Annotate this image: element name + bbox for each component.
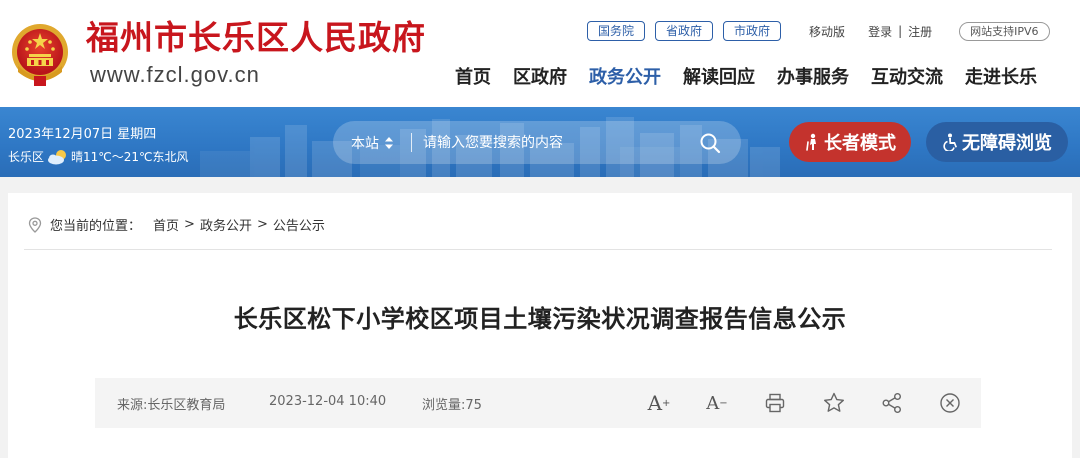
- breadcrumb-separator: >: [256, 217, 268, 232]
- link-city-gov[interactable]: 市政府: [723, 21, 782, 41]
- nav-services[interactable]: 办事服务: [777, 66, 849, 90]
- elder-person-icon: [806, 133, 816, 151]
- updown-arrows-icon: [385, 137, 393, 149]
- elder-mode-button[interactable]: 长者模式: [789, 122, 911, 162]
- register-link[interactable]: 注册: [908, 23, 932, 40]
- nav-gov-affairs[interactable]: 政务公开: [589, 66, 661, 90]
- font-larger-letter: A: [647, 391, 663, 415]
- sun-cloud-icon: [48, 149, 67, 164]
- search-banner: 2023年12月07日 星期四 长乐区 晴11℃～21℃东北风 本站 请输入您要…: [0, 107, 1080, 177]
- national-emblem-icon: [12, 24, 68, 86]
- link-state-council[interactable]: 国务院: [587, 21, 646, 41]
- site-url: www.fzcl.gov.cn: [90, 62, 260, 87]
- district-name: 长乐区: [8, 150, 45, 164]
- search-input[interactable]: [423, 131, 683, 155]
- util-separator: |: [898, 24, 903, 38]
- breadcrumb-separator: >: [184, 217, 195, 232]
- nav-interpretation[interactable]: 解读回应: [683, 66, 755, 90]
- accessibility-button[interactable]: 无障碍浏览: [926, 122, 1068, 162]
- breadcrumb-divider: [24, 249, 1052, 250]
- font-larger-icon[interactable]: A +: [647, 391, 671, 415]
- top-links: 国务院 省政府 市政府 移动版 登录 | 注册 网站支持IPV6: [587, 21, 1050, 41]
- font-smaller-icon[interactable]: A −: [705, 391, 729, 415]
- site-header: 福州市长乐区人民政府 www.fzcl.gov.cn 国务院 省政府 市政府 移…: [0, 0, 1080, 107]
- link-province-gov[interactable]: 省政府: [655, 21, 714, 41]
- article-meta-bar: 来源:长乐区教育局 2023-12-04 10:40 浏览量:75 A + A −: [95, 378, 981, 428]
- location-pin-icon: [28, 216, 42, 233]
- breadcrumb: 您当前的位置： 首页 > 政务公开 > 公告公示: [28, 215, 325, 234]
- close-circle-icon[interactable]: [938, 391, 962, 415]
- current-date: 2023年12月07日 星期四: [8, 127, 157, 142]
- wheelchair-icon: [943, 133, 957, 151]
- ipv6-badge: 网站支持IPV6: [959, 21, 1050, 41]
- font-smaller-sign: −: [719, 397, 728, 409]
- article-date: 2023-12-04 10:40: [269, 394, 387, 409]
- font-larger-sign: +: [662, 397, 671, 409]
- print-icon[interactable]: [763, 391, 787, 415]
- article-container: 您当前的位置： 首页 > 政务公开 > 公告公示 长乐区松下小学校区项目土壤污染…: [8, 193, 1072, 458]
- breadcrumb-announcements[interactable]: 公告公示: [273, 215, 325, 234]
- breadcrumb-home[interactable]: 首页: [153, 215, 179, 234]
- search-icon[interactable]: [699, 132, 721, 154]
- nav-district-gov[interactable]: 区政府: [513, 66, 567, 90]
- favorite-star-icon[interactable]: [822, 391, 846, 415]
- accessibility-label: 无障碍浏览: [962, 133, 1052, 154]
- share-icon[interactable]: [880, 391, 904, 415]
- font-smaller-letter: A: [706, 392, 720, 414]
- main-nav: 首页 区政府 政务公开 解读回应 办事服务 互动交流 走进长乐: [455, 66, 1037, 90]
- search-divider: [411, 133, 412, 152]
- nav-interaction[interactable]: 互动交流: [871, 66, 943, 90]
- nav-about-changle[interactable]: 走进长乐: [965, 66, 1037, 90]
- search-scope-label: 本站: [351, 136, 379, 152]
- article-views: 浏览量:75: [422, 398, 482, 413]
- search-box: 本站: [333, 121, 741, 164]
- search-scope-select[interactable]: 本站: [351, 133, 393, 153]
- breadcrumb-prefix: 您当前的位置：: [50, 219, 142, 234]
- article-source: 来源:长乐区教育局: [117, 398, 226, 413]
- article-title: 长乐区松下小学校区项目土壤污染状况调查报告信息公示: [233, 305, 847, 333]
- breadcrumb-gov-affairs[interactable]: 政务公开: [200, 215, 252, 234]
- site-title[interactable]: 福州市长乐区人民政府: [86, 18, 426, 58]
- elder-mode-label: 长者模式: [824, 133, 896, 154]
- weather-info: 长乐区 晴11℃～21℃东北风: [8, 148, 189, 165]
- mobile-version-link[interactable]: 移动版: [809, 23, 845, 40]
- login-link[interactable]: 登录: [868, 23, 892, 40]
- weather-text: 晴11℃～21℃东北风: [71, 150, 189, 164]
- nav-home[interactable]: 首页: [455, 66, 491, 90]
